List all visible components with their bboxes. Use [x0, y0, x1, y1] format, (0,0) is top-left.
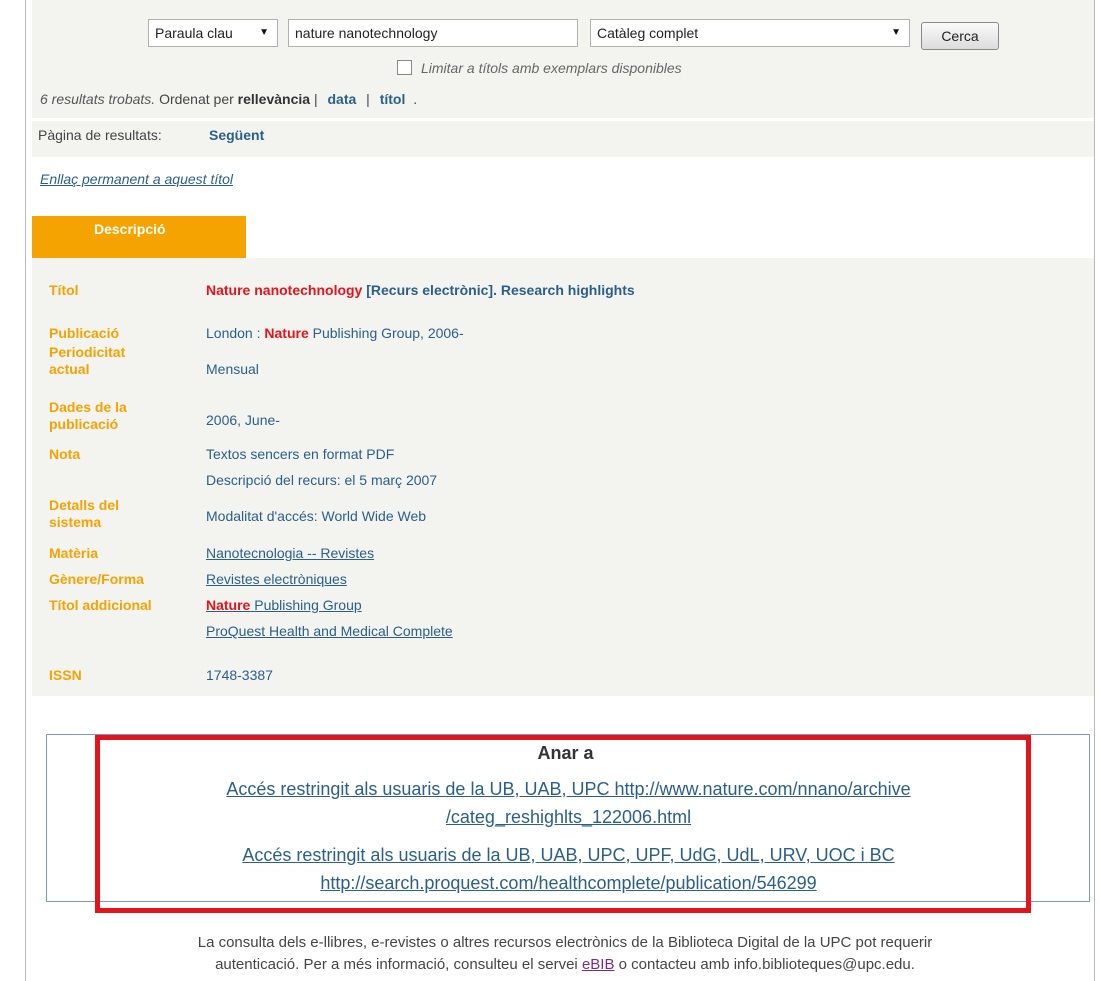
catalog-select[interactable]: Catàleg complet ▼	[590, 19, 910, 47]
sort-prefix: Ordenat per	[159, 91, 234, 107]
subject-label: Matèria	[49, 545, 99, 561]
access-link-1-line2[interactable]: /categ_reshighlts_122006.html	[0, 807, 1100, 828]
system-label: Detalls del sistema	[49, 497, 119, 531]
note-value-2: Descripció del recurs: el 5 març 2007	[206, 472, 438, 488]
pagination-label: Pàgina de resultats:	[38, 127, 162, 143]
sort-trailing: .	[413, 91, 418, 107]
search-button[interactable]: Cerca	[921, 22, 999, 50]
additional-title-label: Títol addicional	[49, 597, 152, 613]
search-type-value: Paraula clau	[155, 25, 233, 41]
title-highlight: Nature nanotechnology	[206, 282, 363, 298]
publication-place: London :	[206, 325, 261, 341]
note-label: Nota	[49, 446, 81, 462]
chevron-down-icon: ▼	[891, 27, 901, 38]
additional-title-highlight: Nature	[206, 597, 251, 613]
issn-label: ISSN	[49, 667, 82, 683]
page-frame-left	[25, 0, 26, 981]
system-label-line2: sistema	[49, 514, 102, 530]
footer-line-1: La consulta dels e-llibres, e-revistes o…	[197, 934, 933, 951]
access-link-1-line1[interactable]: Accés restringit als usuaris de la UB, U…	[0, 779, 1100, 800]
additional-title-link-1[interactable]: Nature Publishing Group	[206, 597, 362, 613]
limit-available-row: Limitar a títols amb exemplars disponibl…	[397, 60, 682, 76]
ebib-link[interactable]: eBIB	[582, 956, 615, 973]
goto-title: Anar a	[537, 743, 594, 763]
genre-value: Revistes electròniques	[206, 571, 347, 588]
system-label-line1: Detalls del	[49, 497, 120, 513]
tab-description[interactable]: Descripció	[32, 216, 246, 258]
title-value: Nature nanotechnology [Recurs electrònic…	[206, 282, 635, 299]
periodicity-label: Periodicitat actual	[49, 344, 125, 378]
sort-by-date-link[interactable]: data	[327, 91, 356, 107]
subject-value: Nanotecnologia -- Revistes	[206, 545, 374, 562]
additional-title-value: Nature Publishing Group	[206, 597, 362, 614]
title-rest: [Recurs electrònic]. Research highlights	[366, 282, 635, 298]
pubdates-label-line2: publicació	[49, 416, 119, 432]
title-label: Títol	[49, 282, 79, 298]
results-summary: 6 resultats trobats. Ordenat per rellevà…	[40, 91, 417, 107]
limit-available-label: Limitar a títols amb exemplars disponibl…	[421, 60, 682, 76]
footer-line-2-pre: autenticació. Per a més informació, cons…	[215, 956, 578, 973]
publication-label: Publicació	[49, 325, 120, 341]
footer-line-2-post: o contacteu amb info.biblioteques@upc.ed…	[618, 956, 915, 973]
subject-link[interactable]: Nanotecnologia -- Revistes	[206, 545, 374, 561]
record-details-panel	[32, 258, 1094, 696]
chevron-down-icon: ▼	[259, 27, 269, 38]
sort-by-title-link[interactable]: títol	[380, 91, 406, 107]
sort-separator: |	[313, 91, 318, 107]
periodicity-label-line1: Periodicitat	[49, 344, 126, 360]
sort-current: rellevància	[237, 91, 311, 107]
system-value: Modalitat d'accés: World Wide Web	[206, 508, 427, 524]
search-type-select[interactable]: Paraula clau ▼	[148, 19, 278, 47]
tab-description-label: Descripció	[94, 221, 166, 237]
limit-available-checkbox[interactable]	[397, 60, 412, 75]
permalink-link[interactable]: Enllaç permanent a aquest títol	[40, 171, 233, 187]
periodicity-value: Mensual	[206, 361, 259, 377]
periodicity-label-line2: actual	[49, 361, 90, 377]
publication-rest: Publishing Group, 2006-	[312, 325, 464, 341]
pubdates-value: 2006, June-	[206, 412, 280, 428]
next-page-link[interactable]: Següent	[209, 127, 264, 143]
footer-line-2: autenticació. Per a més informació, cons…	[40, 954, 1090, 976]
genre-label: Gènere/Forma	[49, 571, 144, 587]
search-query-text: nature nanotechnology	[295, 25, 438, 41]
page-frame-right	[1094, 0, 1095, 981]
catalog-value: Catàleg complet	[597, 25, 699, 41]
results-count: 6 resultats trobats.	[40, 91, 156, 107]
publication-value: London : Nature Publishing Group, 2006-	[206, 325, 464, 342]
access-link-2-line1[interactable]: Accés restringit als usuaris de la UB, U…	[0, 845, 1100, 866]
additional-title-link-2[interactable]: ProQuest Health and Medical Complete	[206, 623, 453, 639]
additional-title-value-2: ProQuest Health and Medical Complete	[206, 623, 453, 640]
genre-link[interactable]: Revistes electròniques	[206, 571, 347, 587]
search-input[interactable]: nature nanotechnology	[288, 19, 578, 47]
pagination-bar: Pàgina de resultats: Següent	[32, 121, 1094, 157]
pubdates-label-line1: Dades de la	[49, 399, 127, 415]
sort-separator: |	[366, 91, 370, 107]
pubdates-label: Dades de la publicació	[49, 399, 127, 433]
publication-highlight: Nature	[264, 325, 309, 341]
additional-title-rest: Publishing Group	[254, 597, 362, 613]
note-value-1: Textos sencers en format PDF	[206, 446, 395, 462]
access-link-2-line2[interactable]: http://search.proquest.com/healthcomplet…	[0, 873, 1100, 894]
issn-value: 1748-3387	[206, 667, 273, 683]
footer-notice: La consulta dels e-llibres, e-revistes o…	[40, 932, 1090, 976]
